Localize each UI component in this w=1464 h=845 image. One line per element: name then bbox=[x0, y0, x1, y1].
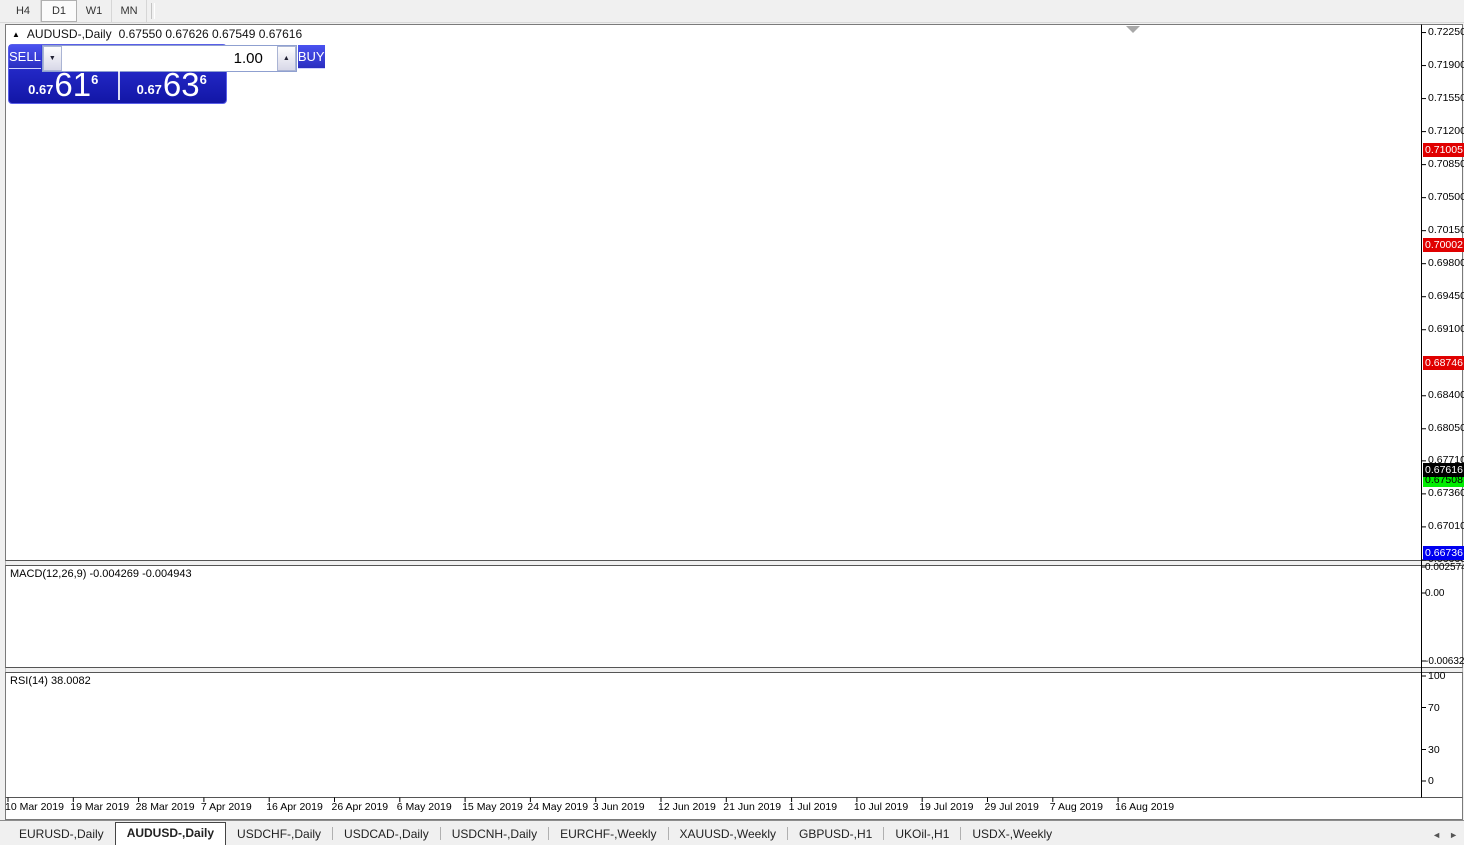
chart-tab[interactable]: USDX-,Weekly bbox=[961, 824, 1063, 845]
macd-panel[interactable] bbox=[6, 566, 1421, 667]
sell-button[interactable]: SELL bbox=[9, 45, 41, 69]
chart-tab[interactable]: USDCNH-,Daily bbox=[441, 824, 548, 845]
chart-tab[interactable]: GBPUSD-,H1 bbox=[788, 824, 883, 845]
price-divider bbox=[118, 71, 120, 100]
chart-tab[interactable]: UKOil-,H1 bbox=[884, 824, 960, 845]
chart-tab-list: EURUSD-,DailyAUDUSD-,DailyUSDCHF-,DailyU… bbox=[8, 822, 1063, 845]
chart-tab[interactable]: AUDUSD-,Daily bbox=[115, 822, 226, 845]
tab-scroll-left-icon[interactable]: ◄ bbox=[1432, 830, 1441, 840]
sell-price-pip: 6 bbox=[91, 72, 98, 87]
timeframe-button-d1[interactable]: D1 bbox=[41, 0, 77, 22]
timeframe-toolbar: H4D1W1MN bbox=[0, 0, 1464, 23]
sell-price-big: 61 bbox=[54, 70, 91, 100]
panel-resize-handle-macd[interactable] bbox=[6, 560, 1421, 566]
rsi-panel[interactable] bbox=[6, 673, 1421, 796]
collapse-panel-icon[interactable]: ▲ bbox=[12, 30, 20, 39]
buy-price-big: 63 bbox=[163, 70, 200, 100]
chart-tabs-bar: EURUSD-,DailyAUDUSD-,DailyUSDCHF-,DailyU… bbox=[0, 820, 1464, 845]
trading-terminal: H4D1W1MN 0.722500.719000.715500.712000.7… bbox=[0, 0, 1464, 845]
chart-tab[interactable]: XAUUSD-,Weekly bbox=[669, 824, 787, 845]
main-chart-area[interactable] bbox=[6, 25, 1421, 560]
chart-header: ▲ AUDUSD-,Daily 0.67550 0.67626 0.67549 … bbox=[12, 27, 302, 41]
date-axis[interactable] bbox=[6, 798, 1421, 818]
timeframe-button-h4[interactable]: H4 bbox=[6, 0, 41, 22]
buy-button[interactable]: BUY bbox=[298, 45, 325, 69]
tab-scroll-arrows: ◄ ► bbox=[1432, 830, 1458, 840]
buy-price-prefix: 0.67 bbox=[137, 82, 162, 97]
one-click-trading-panel: SELL ▼ ▲ BUY 0.67 61 6 0.67 63 6 bbox=[8, 44, 227, 104]
chart-tab[interactable]: USDCAD-,Daily bbox=[333, 824, 440, 845]
chart-tab[interactable]: EURCHF-,Weekly bbox=[549, 824, 667, 845]
chart-tab[interactable]: USDCHF-,Daily bbox=[226, 824, 332, 845]
volume-increase-icon[interactable]: ▲ bbox=[277, 46, 296, 71]
timeframe-button-w1[interactable]: W1 bbox=[77, 0, 112, 22]
sell-price-display[interactable]: 0.67 61 6 bbox=[9, 69, 118, 102]
sell-price-prefix: 0.67 bbox=[28, 82, 53, 97]
timeframe-button-mn[interactable]: MN bbox=[112, 0, 147, 22]
buy-price-pip: 6 bbox=[200, 72, 207, 87]
toolbar-separator bbox=[151, 3, 155, 19]
buy-price-display[interactable]: 0.67 63 6 bbox=[118, 69, 227, 102]
tab-scroll-right-icon[interactable]: ► bbox=[1449, 830, 1458, 840]
chart-ohlc-values: 0.67550 0.67626 0.67549 0.67616 bbox=[119, 27, 303, 41]
chart-tab[interactable]: EURUSD-,Daily bbox=[8, 824, 115, 845]
chart-title: AUDUSD-,Daily bbox=[27, 27, 112, 41]
panel-resize-handle-rsi[interactable] bbox=[6, 667, 1421, 673]
price-axis[interactable] bbox=[1422, 25, 1464, 797]
timeframe-buttons: H4D1W1MN bbox=[6, 0, 147, 22]
